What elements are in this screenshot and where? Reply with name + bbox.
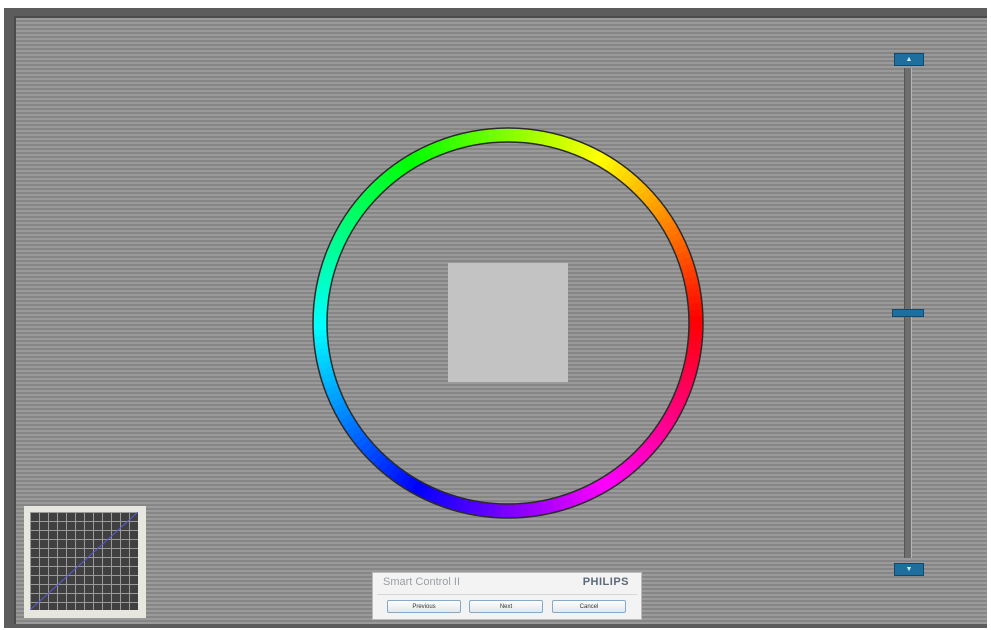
dialog-divider: [377, 594, 637, 595]
previous-button[interactable]: Previous: [387, 600, 461, 613]
slider-thumb[interactable]: [892, 309, 924, 317]
brand-logo: PHILIPS: [582, 576, 629, 588]
gamma-curve-thumbnail: [24, 506, 146, 618]
dialog-title: Smart Control II: [383, 576, 461, 588]
up-arrow-icon: ▲: [905, 56, 913, 63]
gray-test-patch: [448, 263, 568, 382]
gamma-curve-line: [30, 512, 138, 610]
next-button[interactable]: Next: [469, 600, 543, 613]
calibration-screen: ▲ ▼ Smart Control II PHILIPS Previous Ne…: [14, 16, 987, 624]
cancel-button[interactable]: Cancel: [552, 600, 626, 613]
slider-up-button[interactable]: ▲: [894, 53, 924, 66]
slider-down-button[interactable]: ▼: [894, 563, 924, 576]
curve-grid: [30, 512, 138, 610]
down-arrow-icon: ▼: [905, 566, 913, 573]
smart-control-dialog: Smart Control II PHILIPS Previous Next C…: [372, 572, 642, 620]
